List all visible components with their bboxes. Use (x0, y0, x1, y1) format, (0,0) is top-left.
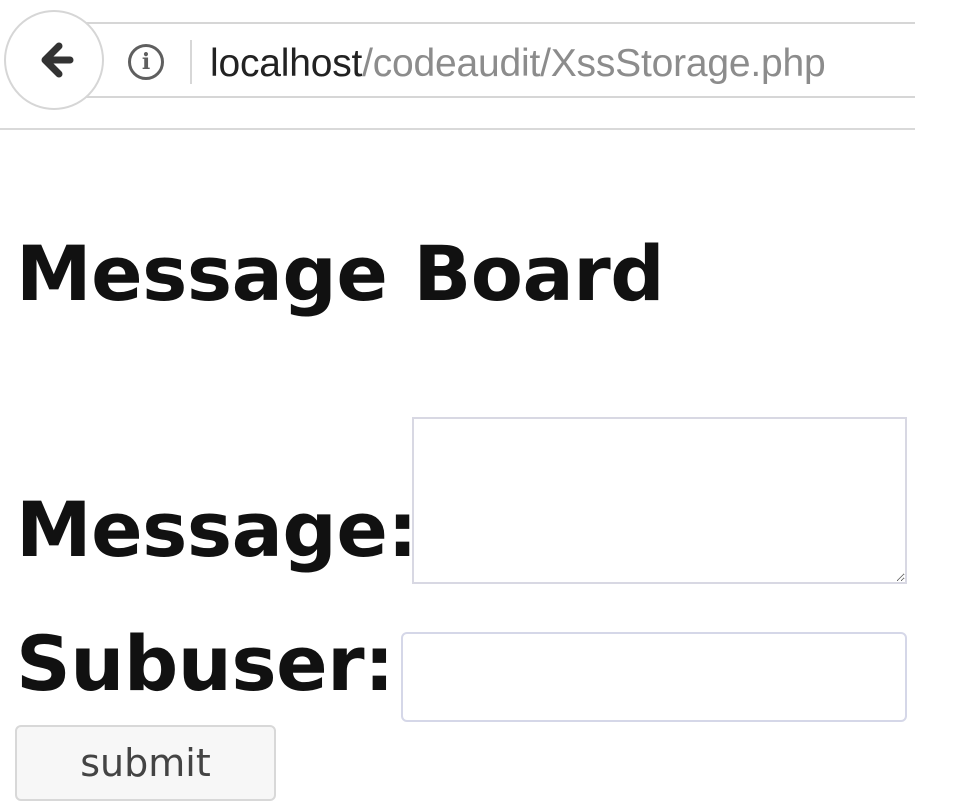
subuser-label: Subuser: (16, 619, 395, 708)
url-text[interactable]: localhost/codeaudit/XssStorage.php (210, 41, 826, 87)
browser-page: i localhost/codeaudit/XssStorage.php Mes… (0, 0, 953, 807)
page-title: Message Board (16, 229, 665, 318)
message-label: Message: (16, 485, 418, 574)
back-arrow-icon (41, 42, 74, 78)
info-icon[interactable]: i (128, 44, 164, 80)
submit-button[interactable]: submit (15, 725, 276, 801)
back-button[interactable] (4, 10, 104, 110)
url-host: localhost (210, 42, 363, 85)
browser-address-bar: i localhost/codeaudit/XssStorage.php (0, 0, 915, 130)
url-separator (190, 40, 192, 84)
message-field[interactable] (412, 417, 907, 584)
subuser-field[interactable] (401, 632, 907, 722)
url-path: /codeaudit/XssStorage.php (362, 42, 826, 85)
